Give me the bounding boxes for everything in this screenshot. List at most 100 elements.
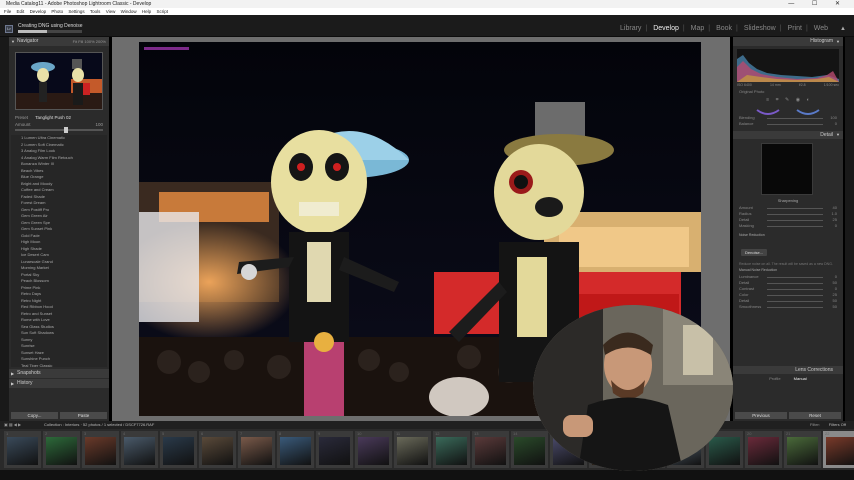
thumbnail-number: 10	[357, 431, 362, 436]
module-library[interactable]: Library	[620, 25, 641, 32]
filmstrip-thumbnail[interactable]: 14	[511, 431, 548, 468]
mask-tool-icon[interactable]: ◐	[807, 97, 810, 103]
module-develop[interactable]: Develop	[653, 25, 679, 32]
amount-slider[interactable]	[15, 127, 103, 133]
original-photo-label[interactable]: Original Photo	[733, 88, 843, 95]
filmstrip-nav-icons[interactable]: ▣ ▦ ◀ ▶	[4, 421, 21, 429]
paste-button[interactable]: Paste	[60, 412, 107, 419]
history-label: History	[17, 380, 33, 386]
navigator-collapse-icon: ▼	[11, 39, 15, 44]
menu-settings[interactable]: Settings	[68, 9, 84, 14]
navigator-zoom-options[interactable]: Fit Fill 100% 200%	[73, 37, 106, 46]
sharpen-masking-row: Masking 0	[739, 223, 837, 228]
crop-tool-icon[interactable]: ⌗	[776, 97, 779, 103]
thumbnail-number: 2	[45, 431, 48, 436]
filmstrip-thumbnail[interactable]: 1	[4, 431, 41, 468]
module-book[interactable]: Book	[716, 25, 732, 32]
navigator-header[interactable]: ▼ Navigator Fit Fill 100% 200%	[9, 37, 109, 46]
thumbnail-image	[358, 437, 389, 465]
menu-photo[interactable]: Photo	[51, 9, 63, 14]
menu-tools[interactable]: Tools	[90, 9, 101, 14]
balance-slider[interactable]	[767, 124, 823, 125]
copy-button[interactable]: Copy...	[11, 412, 58, 419]
filmstrip-thumbnail[interactable]: 13	[472, 431, 509, 468]
thumbnail-number: 11	[396, 431, 401, 436]
menu-script[interactable]: Script	[156, 9, 168, 14]
histogram[interactable]	[737, 49, 839, 82]
snapshots-header[interactable]: ▶ Snapshots	[9, 369, 109, 378]
thumbnail-number: 12	[435, 431, 440, 436]
history-header[interactable]: ▶ History	[9, 379, 109, 388]
filmstrip-thumbnail[interactable]: 2	[43, 431, 80, 468]
filmstrip-thumbnail[interactable]: 7	[238, 431, 275, 468]
menu-develop[interactable]: Develop	[30, 9, 47, 14]
filmstrip-thumbnail[interactable]: 3	[82, 431, 119, 468]
history-expand-icon: ▶	[11, 381, 15, 386]
thumbnail-image	[7, 437, 38, 465]
menu-view[interactable]: View	[106, 9, 116, 14]
menu-help[interactable]: Help	[142, 9, 151, 14]
menu-file[interactable]: File	[4, 9, 11, 14]
filter-value[interactable]: Filters Off	[829, 421, 846, 429]
menu-edit[interactable]: Edit	[17, 9, 25, 14]
previous-button[interactable]: Previous	[735, 412, 787, 419]
menu-window[interactable]: Window	[121, 9, 137, 14]
heal-tool-icon[interactable]: ✎	[785, 97, 789, 103]
thumbnail-number: 6	[201, 431, 204, 436]
filmstrip-thumbnail[interactable]: 10	[355, 431, 392, 468]
filmstrip-thumbnail[interactable]: 5	[160, 431, 197, 468]
webcam-overlay	[533, 305, 733, 471]
filmstrip-thumbnail[interactable]: 12	[433, 431, 470, 468]
reset-button[interactable]: Reset	[789, 412, 841, 419]
filmstrip-bottom-edge[interactable]	[0, 470, 854, 480]
navigator-preview[interactable]	[15, 52, 103, 110]
thumbnail-number: 1	[6, 431, 9, 436]
histogram-header[interactable]: Histogram ▼	[733, 37, 843, 46]
right-panel-edge[interactable]	[845, 37, 854, 421]
histogram-label: Histogram	[810, 38, 833, 44]
filmstrip-thumbnail[interactable]: 9	[316, 431, 353, 468]
filmstrip-thumbnail[interactable]: 4	[121, 431, 158, 468]
window-controls[interactable]: — ☐ ✕	[788, 0, 848, 8]
filmstrip-thumbnail[interactable]: 21	[784, 431, 821, 468]
tab-manual[interactable]: Manual	[794, 376, 807, 381]
thumbnail-image	[436, 437, 467, 465]
filmstrip-thumbnail[interactable]: 6	[199, 431, 236, 468]
module-print[interactable]: Print	[788, 25, 802, 32]
cam-shutter: 1/100 sec	[823, 83, 839, 87]
detail-header[interactable]: Detail ▼	[733, 131, 843, 139]
progress-text: Creating DNG using Denoise	[18, 23, 83, 29]
sharpening-label: Sharpening	[777, 198, 799, 203]
thumbnail-number: 5	[162, 431, 165, 436]
lens-corrections-header[interactable]: Lens Corrections	[733, 366, 843, 374]
progress-bar	[18, 30, 82, 33]
menu-bar: File Edit Develop Photo Settings Tools V…	[0, 8, 854, 15]
module-map[interactable]: Map	[691, 25, 705, 32]
preset-value[interactable]: Tanglight Push 02	[35, 115, 71, 120]
thumbnail-number: 21	[786, 431, 791, 436]
module-slideshow[interactable]: Slideshow	[744, 25, 776, 32]
filmstrip-thumbnail[interactable]: 22	[823, 431, 854, 468]
thumbnail-image	[202, 437, 233, 465]
filmstrip-thumbnail[interactable]: 11	[394, 431, 431, 468]
tab-profile[interactable]: Profile	[769, 376, 780, 381]
left-panel-edge[interactable]	[0, 37, 9, 421]
preset-item[interactable]: Teal Tiger Classic	[11, 363, 107, 368]
denoise-button[interactable]: Denoise...	[741, 248, 768, 256]
module-web[interactable]: Web	[814, 25, 828, 32]
edit-tool-icon[interactable]: ≡	[766, 97, 769, 103]
detail-preview[interactable]	[761, 143, 813, 195]
filmstrip-thumbnail[interactable]: 20	[745, 431, 782, 468]
filmstrip-thumbnail[interactable]: 8	[277, 431, 314, 468]
collapse-top-arrow-icon[interactable]: ▲	[840, 26, 846, 32]
blending-slider[interactable]	[767, 118, 823, 119]
amount-slider-handle[interactable]	[64, 127, 69, 133]
thumbnail-image	[241, 437, 272, 465]
thumbnail-number: 20	[747, 431, 752, 436]
thumbnail-image	[787, 437, 818, 465]
filmstrip-source[interactable]: Collection : Interiors · 52 photos / 1 s…	[44, 421, 154, 429]
amount-value[interactable]: 100	[95, 122, 103, 127]
redeye-tool-icon[interactable]: ◉	[796, 97, 800, 103]
histogram-graph	[737, 55, 839, 82]
identity-plate: Lr Creating DNG using Denoise Library | D…	[0, 15, 854, 37]
